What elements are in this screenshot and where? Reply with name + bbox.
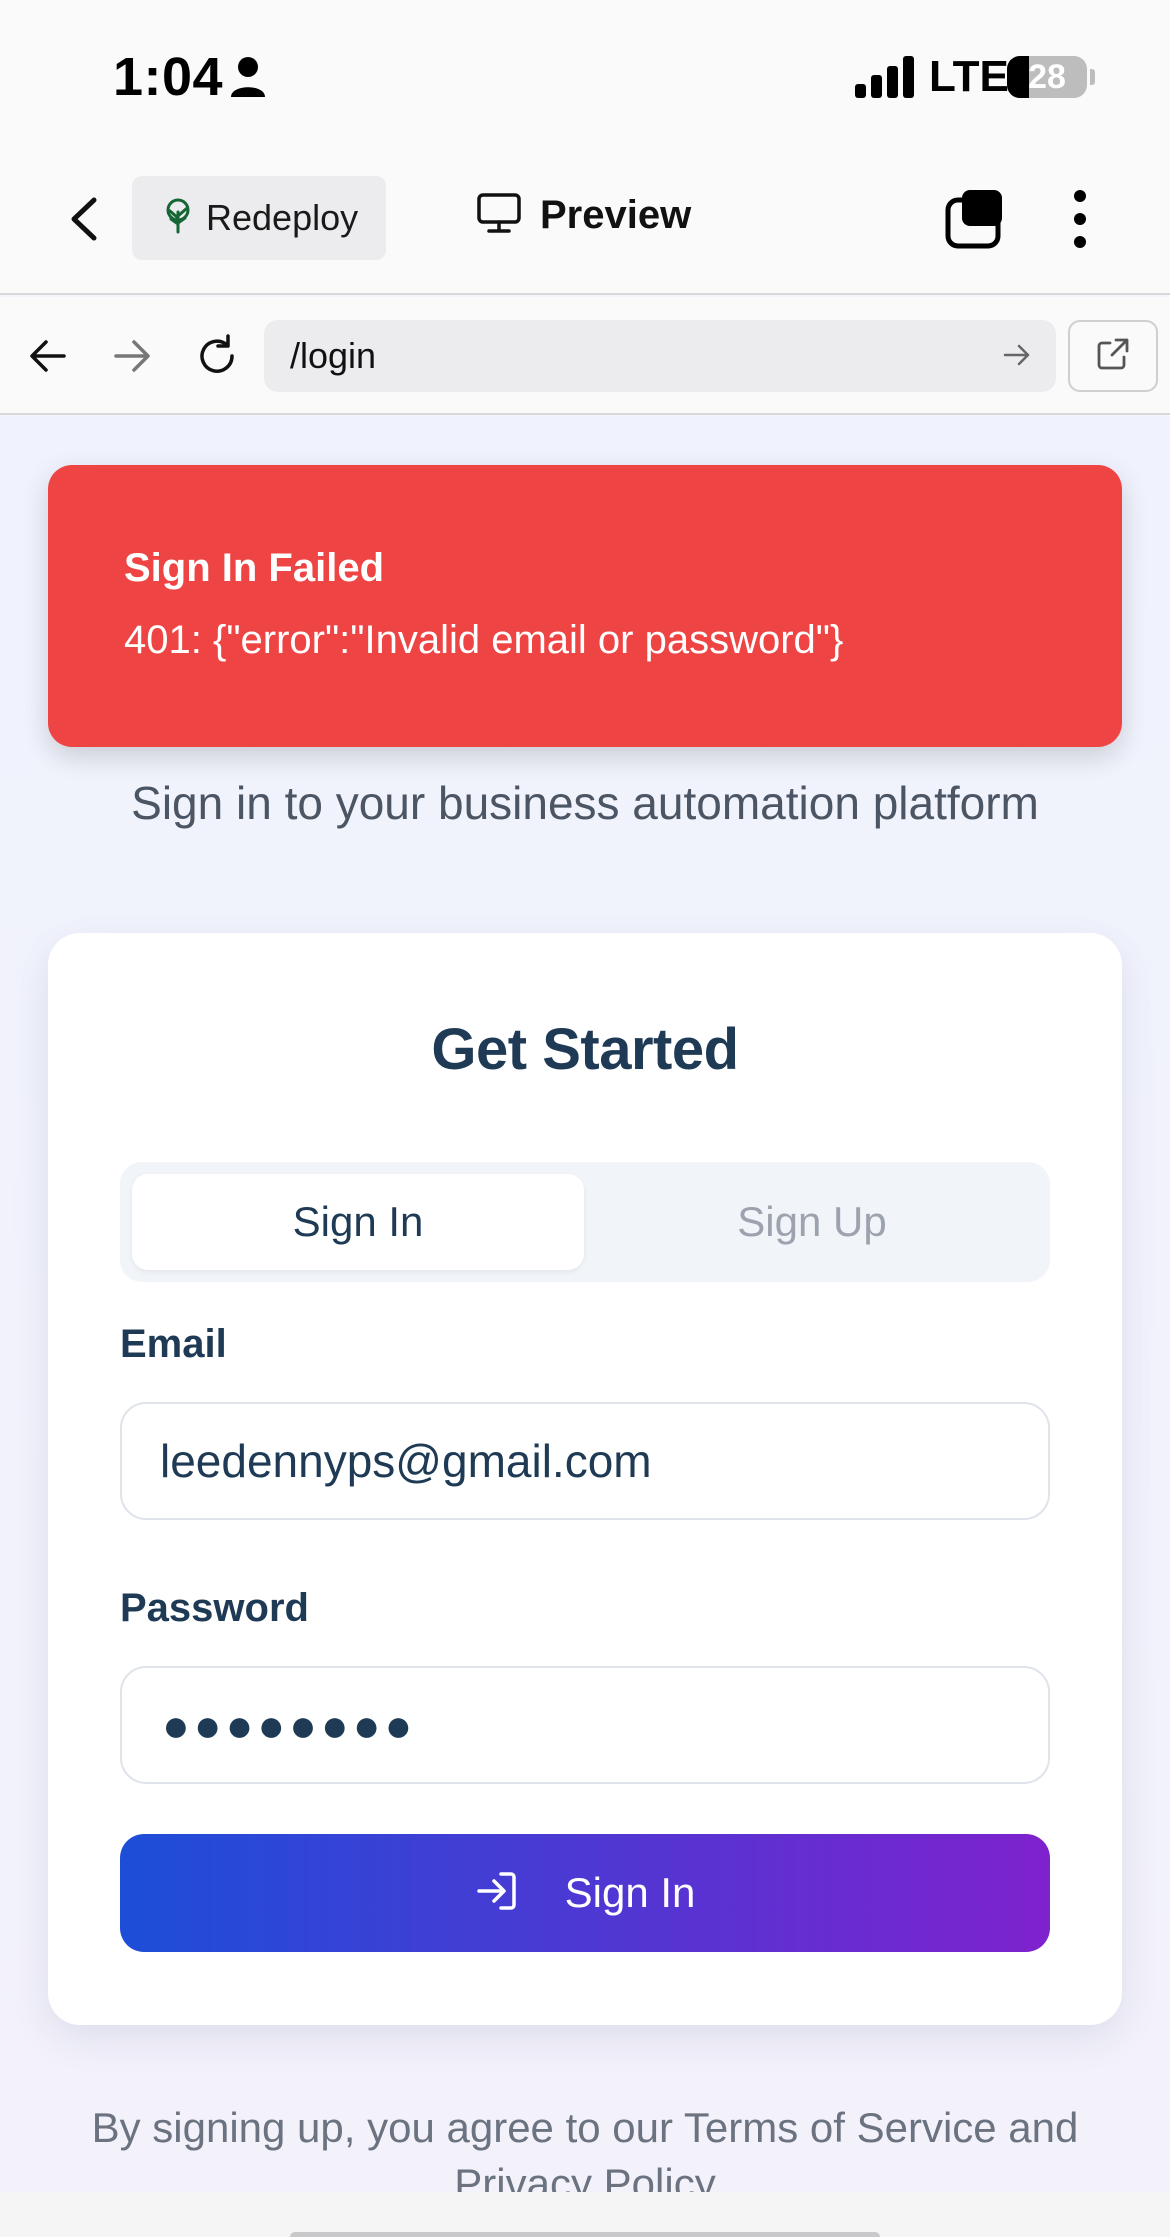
monitor-icon [476,192,522,239]
preview-toggle[interactable]: Preview [476,192,691,239]
arrow-right-icon[interactable] [112,336,152,381]
reload-icon[interactable] [194,333,240,384]
password-label: Password [120,1586,309,1630]
toast-title: Sign In Failed [124,546,385,590]
network-type: LTE [929,52,1009,101]
sign-in-icon [475,1869,519,1918]
status-time: 1:04 [113,47,224,107]
open-external-button[interactable] [1068,320,1158,392]
url-text: /login [290,335,377,376]
redeploy-button[interactable]: Redeploy [132,176,386,260]
chevron-left-icon[interactable] [66,196,102,247]
go-arrow-icon[interactable] [1002,340,1032,375]
email-field[interactable]: leedennyps@gmail.com [120,1402,1050,1520]
redeploy-label: Redeploy [206,197,359,238]
more-vertical-icon[interactable] [1068,190,1092,253]
battery-cap [1090,69,1095,85]
battery-level: 28 [1028,58,1066,96]
sign-in-label: Sign In [564,1869,696,1916]
home-indicator [290,2232,880,2237]
toast-message: 401: {"error":"Invalid email or password… [124,618,844,662]
url-input[interactable]: /login [264,320,1056,392]
sign-in-button[interactable]: Sign In [120,1834,1050,1952]
bottom-toolbar [0,2192,1170,2237]
arrow-left-icon[interactable] [28,336,68,381]
tree-icon [162,198,194,239]
battery-icon: 28 [1007,56,1087,98]
error-toast [48,465,1122,747]
page-subtitle: Sign in to your business automation plat… [131,777,1039,829]
tab-sign-up[interactable]: Sign Up [586,1174,1038,1270]
preview-label: Preview [540,193,692,237]
external-link-icon [1095,336,1131,377]
email-label: Email [120,1322,227,1366]
card-title: Get Started [431,1017,739,1082]
tabs-icon[interactable] [944,188,1008,255]
tab-sign-in[interactable]: Sign In [132,1174,584,1270]
password-field[interactable]: ●●●●●●●● [120,1666,1050,1784]
signal-icon [855,56,917,103]
person-icon [229,56,267,103]
